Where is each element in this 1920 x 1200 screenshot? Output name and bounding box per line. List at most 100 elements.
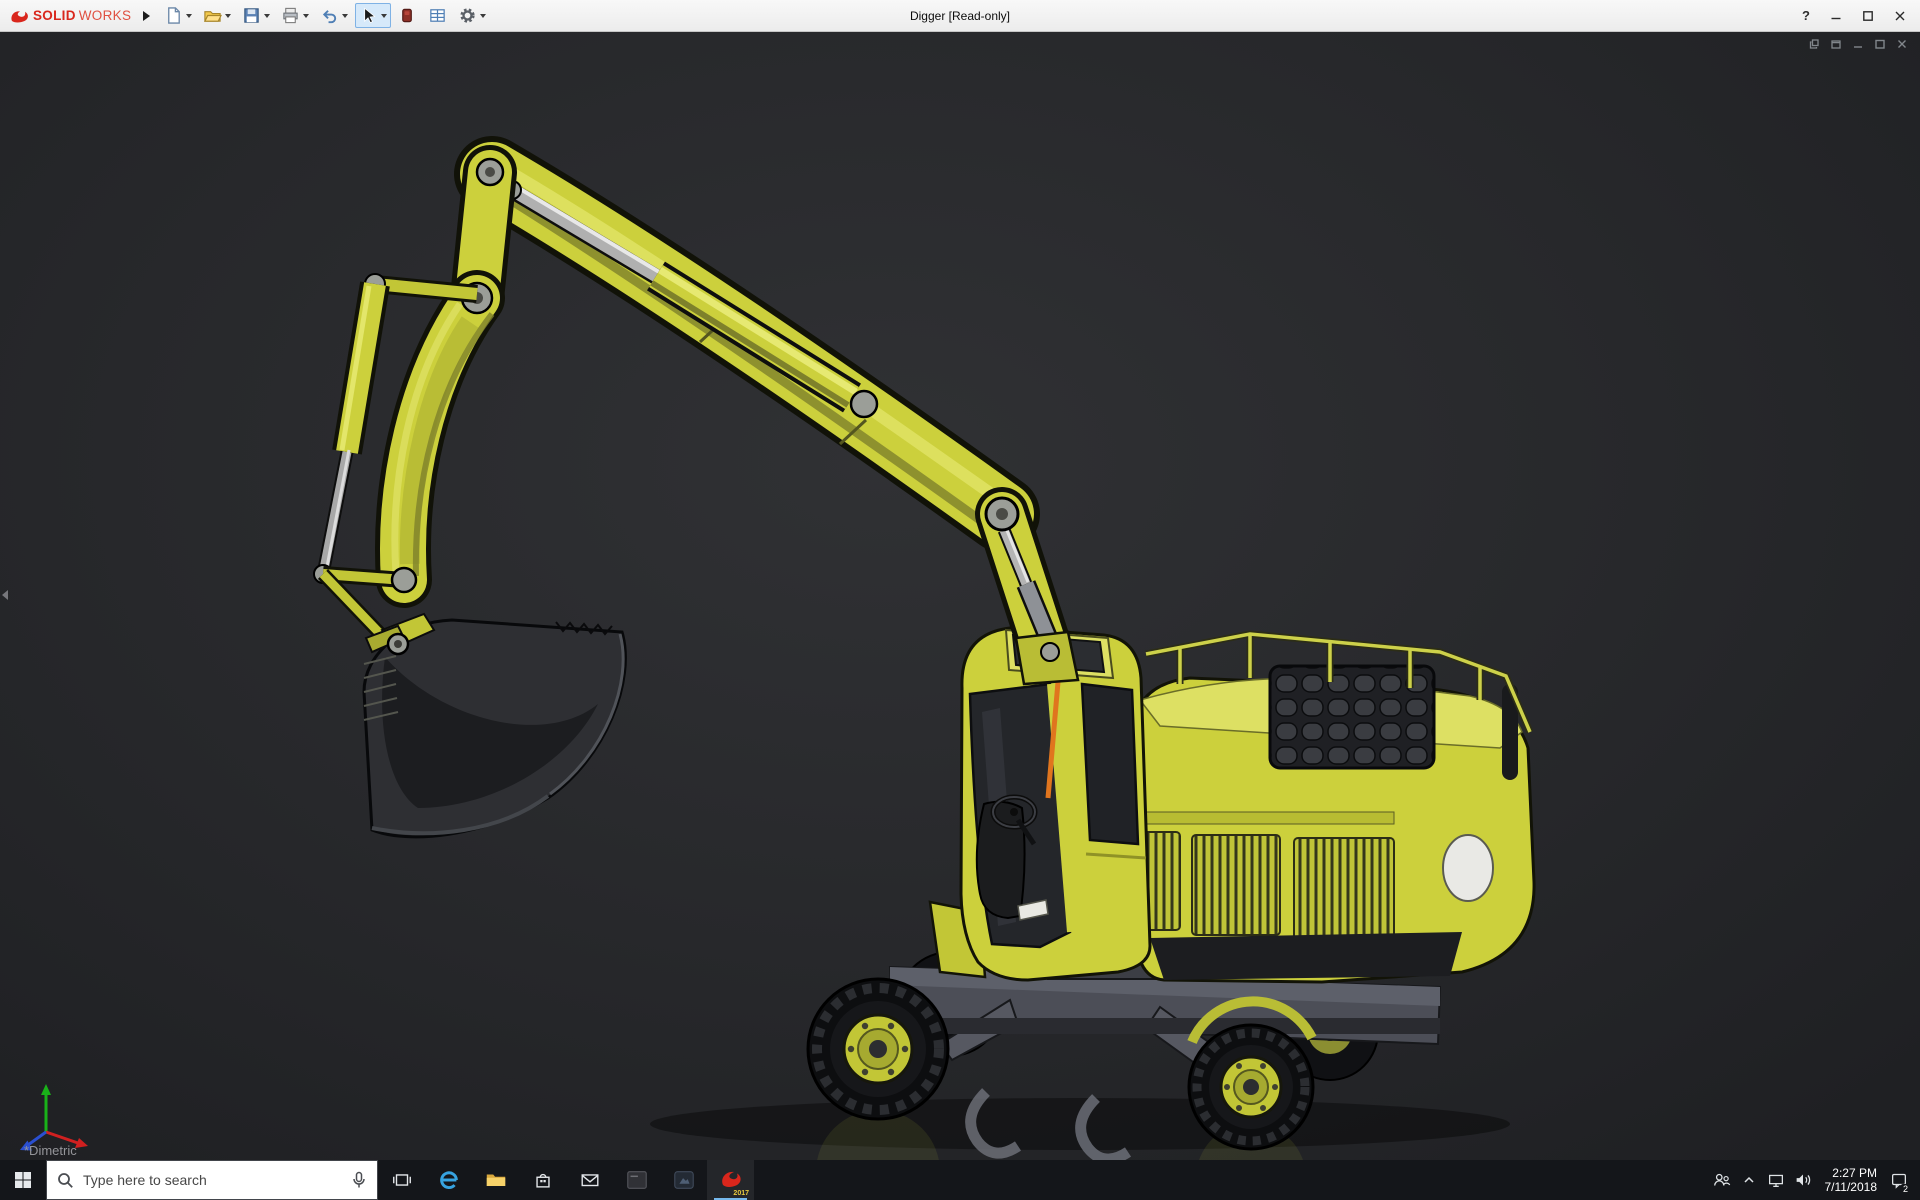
clock-date: 7/11/2018: [1824, 1180, 1878, 1194]
task-view-icon: [392, 1174, 411, 1186]
open-button[interactable]: [199, 3, 235, 28]
system-tray: 2:27 PM 7/11/2018 2: [1709, 1160, 1920, 1200]
dropdown-caret-icon[interactable]: [342, 13, 349, 18]
dropdown-caret-icon[interactable]: [381, 13, 388, 18]
undo-icon: [323, 10, 337, 24]
print-icon: [283, 7, 298, 24]
table-icon: [430, 9, 446, 22]
start-icon: [15, 1172, 31, 1188]
taskbar-search[interactable]: [46, 1160, 378, 1200]
edge-icon: [439, 1171, 458, 1190]
search-input[interactable]: [83, 1172, 342, 1188]
minimize-icon: [1831, 17, 1841, 19]
print-button[interactable]: [277, 3, 313, 28]
doc-window-icon-2[interactable]: [1830, 38, 1842, 50]
graphics-viewport[interactable]: *Dimetric: [0, 32, 1920, 1160]
menu-expand-arrow-icon[interactable]: [143, 10, 151, 21]
view-orientation-label: *Dimetric: [24, 1143, 77, 1158]
bucket: [362, 612, 627, 839]
save-button[interactable]: [238, 3, 274, 28]
doc-close-icon[interactable]: [1896, 38, 1908, 50]
table-button[interactable]: [424, 3, 451, 28]
network-button[interactable]: [1763, 1160, 1790, 1200]
quick-access-toolbar: [160, 3, 490, 28]
taskbar: 2017: [0, 1160, 1920, 1200]
edge-button[interactable]: [425, 1160, 472, 1200]
appearance-button[interactable]: [394, 3, 421, 28]
maximize-button[interactable]: [1862, 10, 1874, 22]
dropdown-caret-icon[interactable]: [264, 13, 271, 18]
titlebar: SOLID WORKS Digger [Read-only] ?: [0, 0, 1920, 32]
close-icon: [1895, 11, 1905, 20]
notification-count-badge: 2: [1900, 1184, 1910, 1194]
doc-minimize-icon[interactable]: [1852, 38, 1864, 50]
document-window-controls: [1808, 38, 1908, 50]
people-icon: [1714, 1173, 1731, 1186]
side-vent-grille: [1293, 837, 1395, 941]
mail-button[interactable]: [566, 1160, 613, 1200]
settings-button[interactable]: [454, 3, 490, 28]
window-controls: ?: [1802, 8, 1912, 23]
chevron-up-icon: [1744, 1176, 1754, 1183]
action-center-button[interactable]: 2: [1885, 1160, 1912, 1200]
open-icon: [204, 11, 223, 22]
dropdown-caret-icon[interactable]: [186, 13, 193, 18]
store-icon: [535, 1173, 550, 1188]
taskbar-apps: 2017: [378, 1160, 754, 1200]
clock-time: 2:27 PM: [1832, 1166, 1877, 1180]
doc-window-icon-1[interactable]: [1808, 38, 1820, 50]
file-explorer-icon: [486, 1174, 505, 1186]
search-icon: [58, 1172, 73, 1188]
side-window: [1080, 682, 1140, 846]
rear-lamp: [1442, 834, 1494, 902]
dark-app-button-2[interactable]: [660, 1160, 707, 1200]
store-button[interactable]: [519, 1160, 566, 1200]
new-document-button[interactable]: [160, 3, 196, 28]
dark-app-button-1[interactable]: [613, 1160, 660, 1200]
help-button[interactable]: ?: [1802, 8, 1810, 23]
maximize-icon: [1863, 10, 1873, 21]
gear-icon: [460, 8, 475, 23]
dark-app-icon-1: [626, 1171, 647, 1189]
dropdown-caret-icon[interactable]: [480, 13, 487, 18]
solidworks-logo[interactable]: SOLID WORKS: [8, 8, 131, 24]
side-vent-grille: [1191, 834, 1281, 936]
close-button[interactable]: [1894, 10, 1906, 22]
select-tool-button[interactable]: [355, 3, 392, 28]
operator-seat: [975, 800, 1026, 920]
excavator-3d-model: [20, 136, 1536, 1160]
logo-text-works: WORKS: [78, 8, 132, 23]
mail-icon: [581, 1174, 598, 1187]
orientation-triad[interactable]: [20, 1084, 88, 1151]
appearance-icon: [402, 8, 413, 23]
file-explorer-button[interactable]: [472, 1160, 519, 1200]
start-button[interactable]: [0, 1160, 46, 1200]
dropdown-caret-icon[interactable]: [303, 13, 310, 18]
t-show-hidden-icons-button[interactable]: [1736, 1160, 1763, 1200]
solidworks-version-badge: 2017: [733, 1190, 749, 1197]
taskbar-clock[interactable]: 2:27 PM 7/11/2018: [1817, 1166, 1886, 1194]
volume-button[interactable]: [1790, 1160, 1817, 1200]
save-icon: [244, 8, 260, 23]
doc-restore-icon[interactable]: [1874, 38, 1886, 50]
dark-app-icon-2: [673, 1171, 694, 1189]
solidworks-app-button[interactable]: 2017: [707, 1160, 754, 1200]
select-cursor-icon: [364, 7, 376, 24]
logo-text-solid: SOLID: [33, 8, 76, 23]
solidworks-logo-icon: [11, 10, 28, 22]
front-wheel: [806, 977, 950, 1121]
document-title: Digger [Read-only]: [909, 8, 1011, 23]
task-view-button[interactable]: [378, 1160, 425, 1200]
minimize-button[interactable]: [1830, 10, 1842, 22]
volume-icon: [1796, 1174, 1811, 1186]
people-button[interactable]: [1709, 1160, 1736, 1200]
feature-tree-flyout-arrow-icon[interactable]: [2, 590, 8, 600]
undo-button[interactable]: [316, 3, 352, 28]
stick-arm: [313, 270, 505, 647]
solidworks-window: SOLID WORKS Digger [Read-only] ? *Dimetr…: [0, 0, 1920, 1200]
microphone-icon[interactable]: [351, 1171, 367, 1189]
network-icon: [1769, 1174, 1783, 1187]
new-document-icon: [168, 7, 181, 24]
dropdown-caret-icon[interactable]: [225, 13, 232, 18]
boom: [450, 136, 1080, 686]
